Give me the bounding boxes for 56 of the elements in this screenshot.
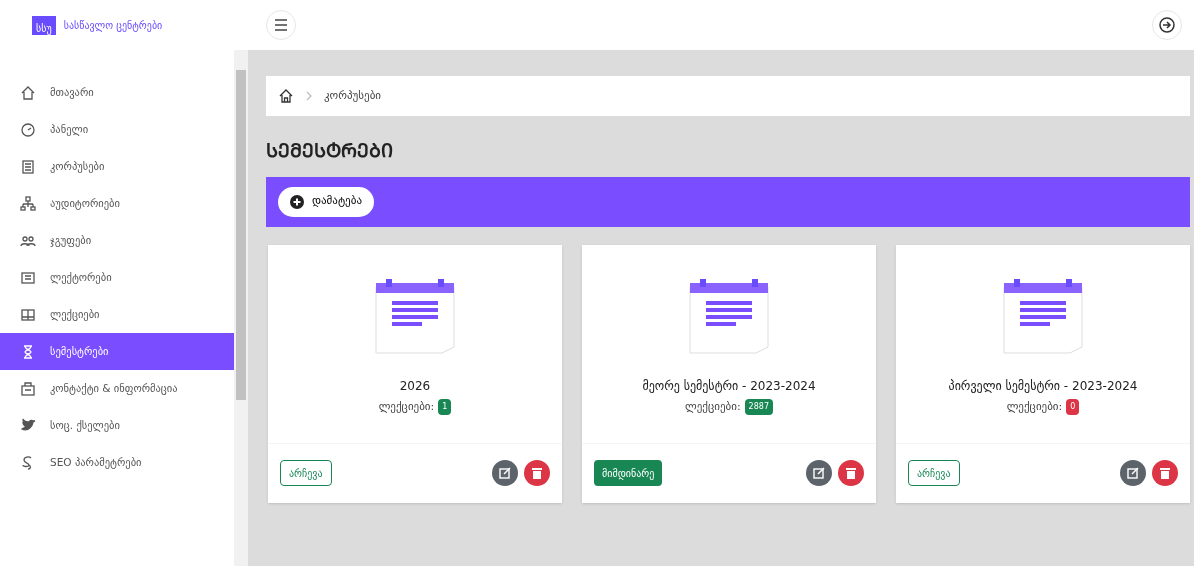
- semester-title: 2026: [399, 377, 431, 395]
- current-button[interactable]: მიმდინარე: [594, 460, 663, 486]
- contact-icon: [20, 380, 36, 397]
- logout-icon: [1159, 17, 1175, 33]
- sidebar-item[interactable]: SEO პარამეტრები: [0, 444, 234, 481]
- chevron-right-icon: [306, 91, 312, 101]
- sidebar-item[interactable]: სემესტრები: [0, 333, 234, 370]
- edit-button[interactable]: [492, 460, 518, 486]
- select-button[interactable]: არჩევა: [280, 460, 332, 486]
- sidebar-item[interactable]: ლექციები: [0, 296, 234, 333]
- logo-badge: სსუ: [32, 15, 56, 35]
- delete-button[interactable]: [524, 460, 550, 486]
- sidebar-item[interactable]: ლექტორები: [0, 259, 234, 296]
- delete-button[interactable]: [838, 460, 864, 486]
- plus-circle-icon: [290, 194, 304, 209]
- add-button[interactable]: დამატება: [278, 186, 374, 217]
- lecture-count-label: ლექციები:: [1006, 398, 1063, 415]
- sidebar-item[interactable]: კორპუსები: [0, 148, 234, 185]
- calendar-icon: [686, 278, 772, 355]
- id-card-icon: [20, 269, 36, 286]
- sitemap-icon: [20, 195, 36, 212]
- edit-button[interactable]: [806, 460, 832, 486]
- sidebar-item[interactable]: აუდიტორიები: [0, 185, 234, 222]
- scrollbar[interactable]: [234, 50, 248, 566]
- count-badge: 1: [438, 398, 452, 415]
- app-title: სასწავლო ცენტრები: [63, 18, 163, 33]
- trash-icon: [532, 467, 542, 479]
- book-icon: [20, 306, 36, 323]
- count-badge: 0: [1066, 398, 1080, 415]
- delete-button[interactable]: [1152, 460, 1178, 486]
- semester-title: პირველი სემესტრი - 2023-2024: [948, 377, 1138, 395]
- select-button[interactable]: არჩევა: [908, 460, 960, 486]
- edit-icon: [1127, 467, 1139, 479]
- edit-icon: [813, 467, 825, 479]
- page-title: ᲡᲔᲛᲔᲡᲢᲠᲔᲑᲘ: [266, 138, 394, 163]
- home-icon: [20, 84, 36, 101]
- edit-icon: [499, 467, 511, 479]
- count-badge: 2887: [744, 398, 773, 415]
- building-icon: [20, 158, 36, 175]
- sidebar-item[interactable]: პანელი: [0, 111, 234, 148]
- calendar-icon: [1000, 278, 1086, 355]
- sidebar-item[interactable]: კონტაქტი & ინფორმაცია: [0, 370, 234, 407]
- lecture-count-label: ლექციები:: [378, 398, 435, 415]
- sidebar-item[interactable]: მთავარი: [0, 74, 234, 111]
- edit-button[interactable]: [1120, 460, 1146, 486]
- menu-icon: [274, 19, 288, 31]
- sidebar-item[interactable]: ჯგუფები: [0, 222, 234, 259]
- lecture-count-label: ლექციები:: [685, 398, 741, 415]
- sidebar-item[interactable]: სოც. ქსელები: [0, 407, 234, 444]
- gauge-icon: [20, 121, 36, 138]
- trash-icon: [1160, 467, 1170, 479]
- trash-icon: [846, 467, 856, 479]
- home-icon[interactable]: [278, 88, 294, 104]
- calendar-icon: [372, 278, 458, 355]
- breadcrumb-link[interactable]: კორპუსები: [324, 87, 382, 105]
- semester-title: მეორე სემესტრი - 2023-2024: [642, 377, 816, 395]
